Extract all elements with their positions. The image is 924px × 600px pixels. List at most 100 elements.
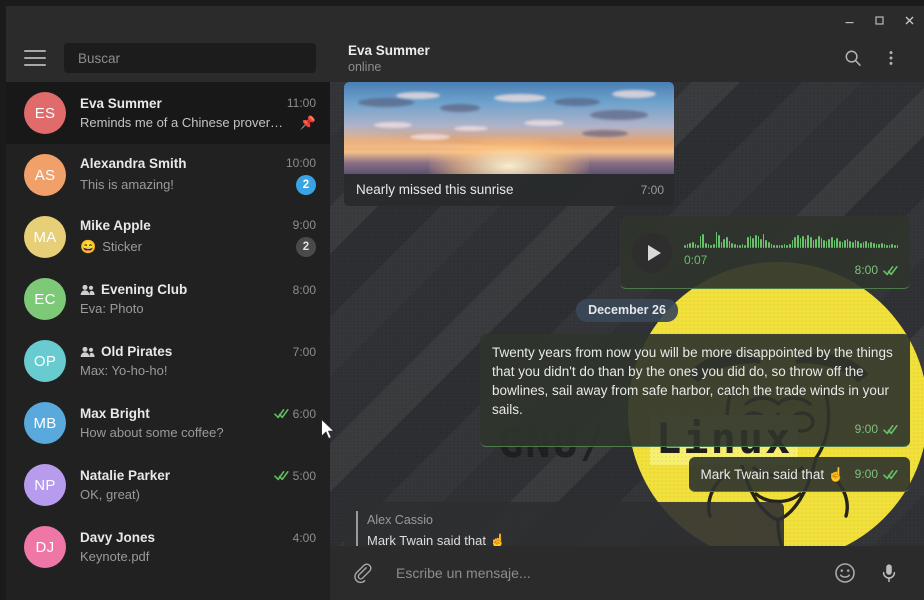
chat-item-preview: OK, great) [80,487,140,502]
voice-body: 0:07 8:00 [684,226,899,280]
chat-item-meta: 9:00 [293,218,316,232]
voice-waveform[interactable] [684,226,899,248]
play-icon[interactable] [632,233,672,273]
smiley-icon[interactable] [826,554,864,592]
window-body: ESEva Summer11:00Reminds me of a Chinese… [6,34,924,600]
group-icon [80,284,95,296]
minimize-button[interactable] [834,6,864,34]
message-text: Twenty years from now you will be more d… [492,345,897,417]
photo-message[interactable]: Nearly missed this sunrise 7:00 [344,82,674,206]
chat-item-name: Max Bright [80,406,150,421]
chat-list-item-eva-summer[interactable]: ES Eva Summer 11:00 Reminds me of a Chinese… [6,82,330,144]
message-row: Alex CassioMark Twain said that ☝️Remind… [344,502,910,546]
chat-item-bottom-line: Eva: Photo [80,301,316,316]
chat-item-meta: 10:00 [286,156,316,170]
paperclip-icon[interactable] [344,554,382,592]
more-vertical-icon[interactable] [872,39,910,77]
message-time: 9:00 [854,422,878,436]
search-box[interactable] [64,43,316,73]
read-ticks-icon [883,265,898,276]
sticker-emoji-icon: 😄 [80,239,97,254]
chat-item-body: Eva Summer 11:00 Reminds me of a Chinese p… [80,96,316,131]
microphone-icon[interactable] [870,554,908,592]
avatar: ES [24,92,66,134]
chat-status: online [348,59,382,74]
chat-pane: GNU/ Linux Eva Summer online [330,34,924,600]
message-time: 9:00 [854,467,878,481]
message-row: 0:07 8:00 [344,216,910,289]
chat-title: Eva Summer [348,42,430,58]
chat-item-bottom-line: How about some coffee? [80,425,316,440]
search-icon[interactable] [834,39,872,77]
chat-item-time: 6:00 [292,406,316,421]
chat-list[interactable]: ES Eva Summer 11:00 Reminds me of a Chinese… [6,82,330,600]
chat-list-item-davy-jones[interactable]: DJ Davy Jones 4:00 Keynote.pdf [6,516,330,578]
chat-list-item-max-bright[interactable]: MB Max Bright 6:00 How about some coffee? [6,392,330,454]
voice-message[interactable]: 0:07 8:00 [620,216,910,289]
chat-item-meta: 11:00 [287,96,316,110]
avatar: MA [24,216,66,258]
cloud [582,130,628,137]
chat-item-body: Alexandra Smith 10:00 This is amazing! 2 [80,156,316,195]
reply-quote[interactable]: Alex Cassio Mark Twain said that ☝️ [356,511,772,546]
chat-item-time: 7:00 [292,344,316,359]
chat-item-top-line: Eva Summer 11:00 [80,96,316,111]
chat-item-top-line: Evening Club 8:00 [80,282,316,297]
chat-list-item-alexandra-smith[interactable]: AS Alexandra Smith 10:00 This is amazing! 2 [6,144,330,206]
chat-header-info[interactable]: Eva Summer online [348,43,834,74]
chat-item-bottom-line: 😄 Sticker 2 [80,236,316,257]
message-meta: 9:00 [855,465,898,484]
chat-item-name: Alexandra Smith [80,155,187,171]
chat-item-preview: Eva: Photo [80,301,144,316]
photo-caption-text: Nearly missed this sunrise [356,182,514,197]
maximize-button[interactable] [864,6,894,34]
chat-item-top-line: Natalie Parker 5:00 [80,468,316,483]
reply-author: Alex Cassio [367,513,433,527]
telegram-window: ESEva Summer11:00Reminds me of a Chinese… [0,0,924,600]
cloud [454,126,488,131]
cloud [524,120,564,126]
message-meta: 9:00 [492,420,898,439]
read-ticks-icon [273,470,289,481]
avatar: EC [24,278,66,320]
chat-item-top-line: Max Bright 6:00 [80,406,316,421]
chat-item-top-line: Old Pirates 7:00 [80,344,316,359]
hamburger-menu-icon[interactable] [24,50,46,66]
avatar: DJ [24,526,66,568]
photo-thumbnail[interactable] [344,82,674,174]
search-input[interactable] [78,50,302,66]
cloud [358,98,414,107]
chat-item-preview: Keynote.pdf [80,549,150,564]
window-controls [834,6,924,34]
photo-caption: Nearly missed this sunrise 7:00 [344,174,674,206]
message-list[interactable]: Nearly missed this sunrise 7:00 0:07 8:00 De… [330,82,924,546]
chat-item-name: Davy Jones [80,530,156,545]
reply-message[interactable]: Alex CassioMark Twain said that ☝️Remind… [344,502,784,546]
chat-item-body: Natalie Parker 5:00 OK, great) [80,468,316,502]
cloud [440,104,480,112]
chat-item-body: Davy Jones 4:00 Keynote.pdf [80,530,316,564]
cloud [554,98,600,106]
chat-list-item-old-pirates[interactable]: OP Old Pirates 7:00 Max: Yo-ho-ho! [6,330,330,392]
message-time: 7:00 [640,183,664,197]
message-time: 8:00 [854,263,878,277]
unread-badge: 2 [296,174,316,195]
text-message[interactable]: Mark Twain said that ☝️ 9:00 [688,457,910,492]
chat-list-item-evening-club[interactable]: EC Evening Club 8:00 Eva: Photo [6,268,330,330]
chat-item-bottom-line: Reminds me of a Chinese prover… 📌 [80,115,316,131]
text-message[interactable]: Twenty years from now you will be more d… [480,334,910,447]
chat-item-meta: 6:00 [273,406,316,421]
chat-item-name: Natalie Parker [80,468,171,483]
chat-item-meta: 4:00 [293,531,316,545]
avatar: OP [24,340,66,382]
chat-item-preview: Sticker [102,239,142,254]
sidebar: ES Eva Summer11:00 Reminds me of a Chinese… [6,34,330,600]
message-input[interactable] [388,565,820,581]
message-row: Twenty years from now you will be more d… [344,334,910,447]
close-button[interactable] [894,6,924,34]
chat-list-item-mike-apple[interactable]: MA Mike Apple 9:00 😄 Sticker 2 [6,206,330,268]
chat-item-preview: This is amazing! [80,177,174,192]
read-ticks-icon [273,408,289,419]
chat-list-item-natalie-parker[interactable]: NP Natalie Parker 5:00 OK, great) [6,454,330,516]
cloud [396,92,440,99]
